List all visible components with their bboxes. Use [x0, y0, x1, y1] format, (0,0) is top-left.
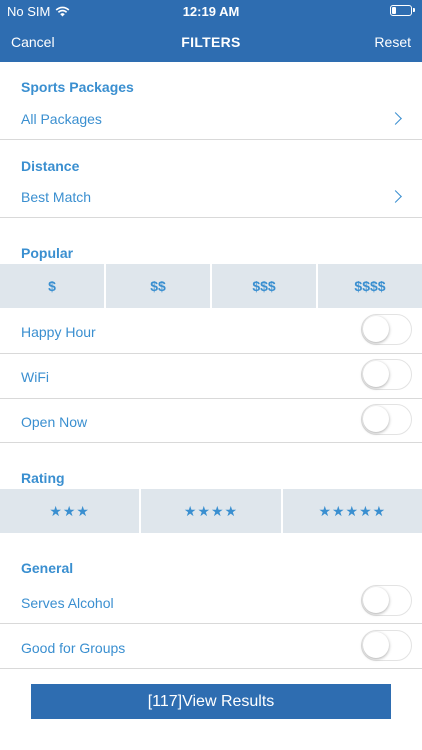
- chevron-right-icon: [389, 112, 402, 125]
- rating-option-5-stars[interactable]: ★★★★★: [282, 489, 422, 533]
- price-option-1[interactable]: $: [0, 264, 104, 308]
- divider: [0, 623, 422, 624]
- distance-title: Distance: [21, 158, 80, 174]
- rating-segment: ★★★ ★★★★ ★★★★★: [0, 489, 422, 533]
- page-title: FILTERS: [181, 34, 241, 50]
- divider: [0, 668, 422, 669]
- sports-packages-value: All Packages: [21, 111, 102, 127]
- happy-hour-toggle[interactable]: [361, 314, 412, 345]
- toggle-label-serves-alcohol: Serves Alcohol: [21, 595, 114, 611]
- divider: [0, 442, 422, 443]
- general-title: General: [21, 560, 74, 576]
- chevron-right-icon: [389, 190, 402, 203]
- price-option-2[interactable]: $$: [106, 264, 210, 308]
- divider: [0, 139, 422, 140]
- rating-option-3-stars[interactable]: ★★★: [0, 489, 140, 533]
- sports-packages-row[interactable]: All Packages: [0, 100, 422, 138]
- sports-packages-title: Sports Packages: [21, 79, 134, 95]
- status-time: 12:19 AM: [182, 4, 240, 19]
- rating-option-4-stars[interactable]: ★★★★: [141, 489, 281, 533]
- toggle-label-happy-hour: Happy Hour: [21, 324, 96, 340]
- price-option-3[interactable]: $$$: [212, 264, 316, 308]
- toggle-label-good-for-groups: Good for Groups: [21, 640, 126, 656]
- divider: [0, 353, 422, 354]
- price-segment: $ $$ $$$ $$$$: [0, 264, 422, 308]
- distance-value: Best Match: [21, 189, 92, 205]
- toggle-label-wifi: WiFi: [21, 369, 49, 385]
- price-option-4[interactable]: $$$$: [318, 264, 422, 308]
- nav-bar: Cancel FILTERS Reset: [0, 28, 422, 58]
- status-bar: No SIM 12:19 AM: [0, 0, 422, 24]
- distance-row[interactable]: Best Match: [0, 178, 422, 216]
- wifi-toggle[interactable]: [361, 359, 412, 390]
- header-bar: No SIM 12:19 AM Cancel FILTERS Reset: [0, 0, 422, 62]
- divider: [0, 398, 422, 399]
- toggle-label-open-now: Open Now: [21, 414, 88, 430]
- reset-button[interactable]: Reset: [374, 34, 411, 50]
- battery-icon: [390, 5, 415, 16]
- divider: [0, 217, 422, 218]
- view-results-button[interactable]: [117]View Results: [31, 684, 391, 719]
- popular-title: Popular: [21, 245, 74, 261]
- good-for-groups-toggle[interactable]: [361, 630, 412, 661]
- serves-alcohol-toggle[interactable]: [361, 585, 412, 616]
- rating-title: Rating: [21, 470, 65, 486]
- open-now-toggle[interactable]: [361, 404, 412, 435]
